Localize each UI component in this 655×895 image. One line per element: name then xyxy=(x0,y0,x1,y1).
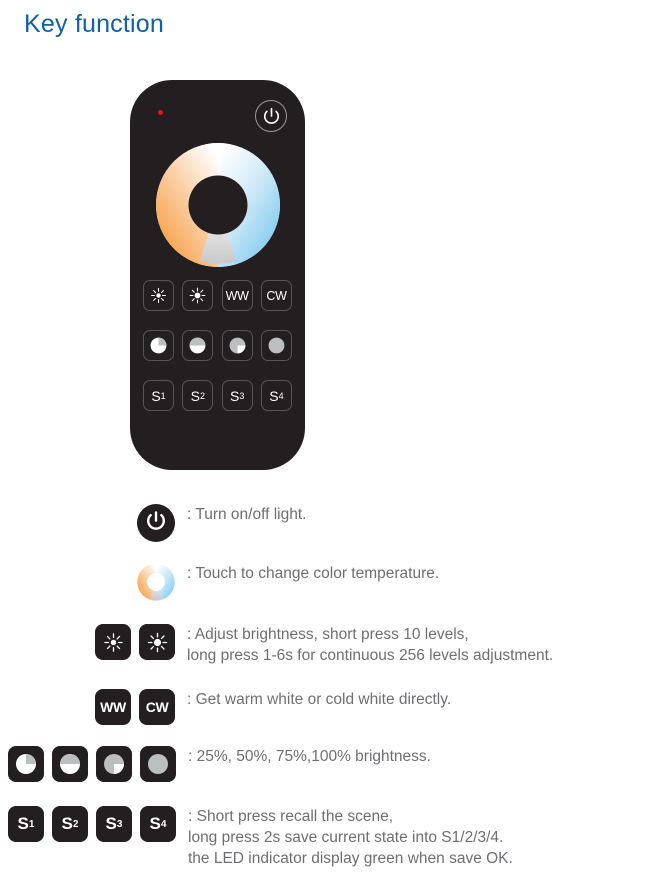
remote-control-device: WW CW S 1 S 2 S 3 S 4 xyxy=(130,80,305,470)
page-root: Key function WW CW S 1 S 2 S 3 S 4: Tur… xyxy=(0,0,655,895)
pie-25-icon xyxy=(16,754,36,774)
color-wheel-graphic xyxy=(155,143,280,267)
remote-level-100-button[interactable] xyxy=(260,330,292,361)
remote-scene-3-sub: 3 xyxy=(239,390,245,401)
sun-small-icon xyxy=(151,288,166,303)
legend-power-button[interactable] xyxy=(137,504,175,542)
sun-small-icon xyxy=(103,632,123,652)
legend-levels-text: : 25%, 50%, 75%,100% brightness. xyxy=(188,748,431,765)
legend-row-power: : Turn on/off light. xyxy=(137,504,306,542)
legend-brightness-down-button[interactable] xyxy=(95,624,131,660)
legend-power-text: : Turn on/off light. xyxy=(187,506,307,523)
pie-100-icon xyxy=(268,337,285,354)
sun-large-icon xyxy=(147,632,167,652)
legend-scene-3-sub: 3 xyxy=(116,818,123,830)
remote-cold-white-button[interactable]: CW xyxy=(260,280,292,311)
legend-scenes-text: : Short press recall the scene, long pre… xyxy=(188,808,513,867)
pie-25-icon xyxy=(150,337,167,354)
remote-level-75-button[interactable] xyxy=(221,330,253,361)
remote-scene-1-button[interactable]: S1 xyxy=(143,380,174,411)
remote-scene-2-sub: 2 xyxy=(199,390,205,401)
legend-row-white-modes: WW CW : Get warm white or cold white dir… xyxy=(95,689,451,725)
pie-75-icon xyxy=(104,754,124,774)
remote-scene-3-label: S xyxy=(229,387,240,404)
legend-ww-label: WW xyxy=(100,699,126,715)
legend-icons-levels xyxy=(8,746,176,782)
pie-75-icon xyxy=(229,337,246,354)
legend-row-levels: : 25%, 50%, 75%,100% brightness. xyxy=(8,746,431,782)
legend-scene-1-label: S xyxy=(17,814,29,833)
led-indicator-icon xyxy=(158,110,163,115)
legend-level-100-button[interactable] xyxy=(140,746,176,782)
remote-scene-3-button[interactable]: S3 xyxy=(221,380,253,411)
legend-white-modes-text: : Get warm white or cold white directly. xyxy=(187,691,452,708)
remote-brightness-down-button[interactable] xyxy=(143,280,174,311)
legend-brightness-up-button[interactable] xyxy=(139,624,175,660)
legend-cold-white-button[interactable]: CW xyxy=(139,689,175,725)
legend-color-temperature-text: : Touch to change color temperature. xyxy=(187,565,440,582)
legend-row-color-temperature: : Touch to change color temperature. xyxy=(137,563,439,601)
remote-level-50-button[interactable] xyxy=(182,330,214,361)
page-title: Key function xyxy=(24,10,164,38)
remote-brightness-up-button[interactable] xyxy=(182,280,214,311)
remote-scene-row: S1 S2 S3 S4 xyxy=(143,380,292,411)
remote-scene-1-sub: 1 xyxy=(160,390,166,401)
power-button[interactable] xyxy=(255,100,287,132)
legend-scene-2-label: S xyxy=(61,814,73,833)
remote-scene-4-button[interactable]: S4 xyxy=(260,380,292,411)
legend-warm-white-button[interactable]: WW xyxy=(95,689,131,725)
remote-brightness-row: WW CW xyxy=(143,280,292,311)
legend-icons-power xyxy=(137,504,175,542)
legend-cw-label: CW xyxy=(145,699,169,715)
legend-icons-white-modes: WW CW xyxy=(95,689,175,725)
legend-level-75-button[interactable] xyxy=(96,746,132,782)
remote-scene-1-label: S xyxy=(151,387,161,404)
remote-level-row xyxy=(143,330,292,361)
legend-scene-2-button[interactable]: S2 xyxy=(52,806,88,842)
remote-ww-label: WW xyxy=(225,288,249,303)
color-temperature-wheel[interactable] xyxy=(155,142,281,268)
pie-50-icon xyxy=(60,754,80,774)
legend-scene-4-label: S xyxy=(149,814,161,833)
legend-scene-2-sub: 2 xyxy=(72,818,79,830)
remote-scene-2-button[interactable]: S2 xyxy=(182,380,214,411)
legend-scene-3-button[interactable]: S3 xyxy=(96,806,132,842)
legend-icons-scenes: S1 S2 S3 S4 xyxy=(8,806,176,842)
color-temperature-wheel-icon[interactable] xyxy=(137,563,175,601)
legend-icons-color-temperature xyxy=(137,563,175,601)
remote-scene-2-label: S xyxy=(190,387,200,404)
pie-100-icon xyxy=(148,754,168,774)
remote-cw-label: CW xyxy=(266,288,287,303)
pie-50-icon xyxy=(189,337,206,354)
legend-icons-brightness xyxy=(95,624,175,660)
legend-scene-4-sub: 4 xyxy=(160,818,167,830)
legend-scene-1-button[interactable]: S1 xyxy=(8,806,44,842)
sun-large-icon xyxy=(189,287,206,304)
remote-scene-4-sub: 4 xyxy=(278,390,284,401)
legend-scene-4-button[interactable]: S4 xyxy=(140,806,176,842)
legend-scene-1-sub: 1 xyxy=(28,818,35,830)
remote-warm-white-button[interactable]: WW xyxy=(221,280,253,311)
legend-row-brightness: : Adjust brightness, short press 10 leve… xyxy=(95,624,553,666)
legend-brightness-text: : Adjust brightness, short press 10 leve… xyxy=(187,626,554,664)
remote-level-25-button[interactable] xyxy=(143,330,174,361)
legend-scene-3-label: S xyxy=(105,814,117,833)
power-icon xyxy=(262,107,281,126)
remote-scene-4-label: S xyxy=(269,387,279,404)
legend-level-50-button[interactable] xyxy=(52,746,88,782)
legend-level-25-button[interactable] xyxy=(8,746,44,782)
power-icon xyxy=(145,510,167,537)
legend-row-scenes: S1 S2 S3 S4 : Short press recall the sce… xyxy=(8,806,513,869)
